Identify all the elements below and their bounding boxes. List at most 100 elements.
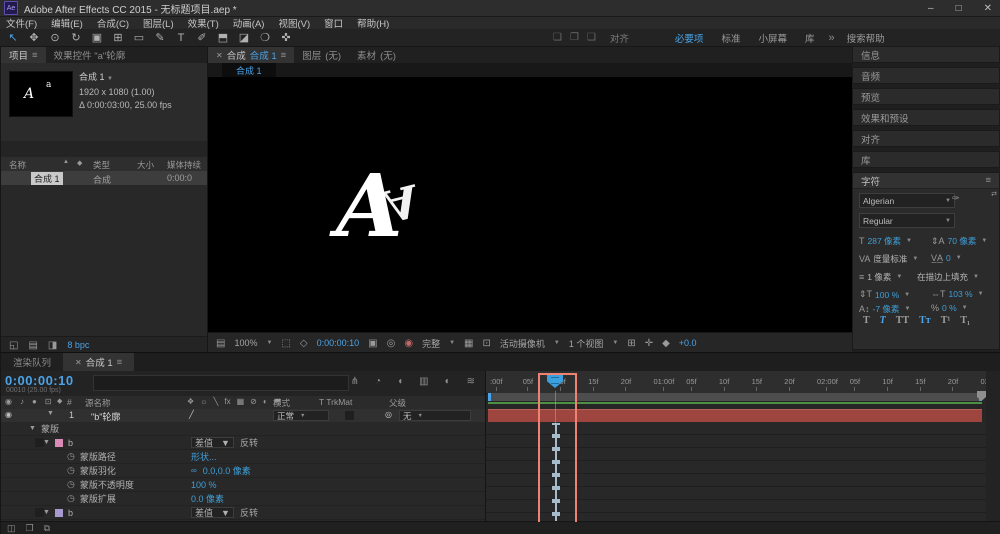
item-name[interactable]: 合成 1 — [31, 172, 63, 185]
close-button[interactable]: ✕ — [984, 3, 992, 14]
column-size[interactable]: 大小 — [137, 159, 154, 171]
mask-invert-checkbox[interactable]: 反转 — [240, 436, 258, 449]
stroke-width-field[interactable]: ≡ 1 像素 ▼ — [859, 271, 902, 283]
hand-tool[interactable]: ✥ — [27, 31, 41, 44]
region-of-interest-icon[interactable]: ▦ — [464, 338, 473, 349]
shy-switch-icon[interactable]: ❖ — [187, 397, 194, 406]
workspace-tab[interactable]: 小屏幕 — [758, 31, 787, 45]
magnification-dropdown-icon[interactable]: ▼ — [266, 340, 272, 346]
workspace-overflow-icon[interactable]: » — [828, 32, 834, 44]
panel-menu-icon[interactable]: ≡ — [985, 175, 991, 186]
faux-style-button[interactable]: T₁ — [960, 315, 970, 326]
mask-color-swatch[interactable] — [54, 508, 63, 517]
panel-menu-icon[interactable]: ≡ — [117, 357, 123, 368]
mask-mode-select[interactable]: 差值 ▼ — [191, 437, 234, 448]
mask-color-swatch[interactable] — [54, 438, 63, 447]
project-search-field[interactable] — [1, 141, 207, 158]
collapsed-panel-tab[interactable]: 音频 — [852, 67, 1000, 84]
tab-timeline-comp[interactable]: ✕ 合成 1 ≡ — [63, 353, 135, 371]
menu-item[interactable]: 视图(V) — [278, 16, 310, 30]
faux-style-button[interactable]: T — [863, 315, 870, 326]
puppet-pin-tool[interactable]: ✜ — [279, 31, 293, 44]
resolution-value[interactable]: 完整 — [422, 337, 440, 350]
new-composition-icon[interactable]: ◨ — [48, 340, 57, 351]
pan-behind-tool[interactable]: ⊞ — [111, 31, 125, 44]
local-axis-mode-icon[interactable]: ❏ — [553, 32, 562, 43]
expand-transfer-controls-icon[interactable]: ❐ — [26, 523, 34, 534]
help-search-label[interactable]: 搜索帮助 — [847, 31, 885, 45]
video-column-icon[interactable]: ◉ — [5, 397, 12, 406]
parent-pickwhip-icon[interactable]: ◎ — [385, 410, 392, 419]
interpret-footage-icon[interactable]: ◱ — [9, 340, 18, 351]
tab-render-queue[interactable]: 渲染队列 — [1, 353, 64, 371]
pen-tool[interactable]: ✎ — [153, 31, 167, 44]
lock-column-icon[interactable]: ⊡ — [45, 397, 52, 406]
timeline-property-row[interactable]: ▼ b 差值 ▼ 反转 — [1, 436, 485, 450]
expander-icon[interactable]: ▼ — [43, 509, 50, 516]
rotate-tool[interactable]: ↻ — [69, 31, 83, 44]
collapsed-panel-tab[interactable]: 信息 — [852, 46, 1000, 63]
brush-tool[interactable]: ✐ — [195, 31, 209, 44]
comp-name[interactable]: 合成 1 — [79, 72, 105, 82]
draft-3d-icon[interactable]: ◔ — [375, 376, 381, 387]
menu-item[interactable]: 合成(C) — [97, 16, 129, 30]
timeline-property-row[interactable]: ◷ 蒙版不透明度 ▼ 100 % — [1, 478, 485, 492]
property-value[interactable]: 形状... — [191, 450, 217, 463]
collapse-switch-icon[interactable]: ☼ — [200, 397, 207, 406]
blend-mode-select[interactable]: 正常 ▼ — [273, 410, 329, 421]
reset-exposure-icon[interactable]: ◆ — [662, 338, 670, 349]
panel-menu-icon[interactable]: ≡ — [32, 50, 38, 61]
faux-style-button[interactable]: T¹ — [941, 315, 951, 326]
mask-toggle-cell[interactable] — [35, 438, 44, 447]
eraser-tool[interactable]: ◪ — [237, 31, 251, 44]
stopwatch-icon[interactable]: ◷ — [67, 493, 75, 504]
show-snapshot-icon[interactable]: ◎ — [387, 338, 396, 349]
selection-tool[interactable]: ↖ — [6, 31, 20, 44]
faux-style-button[interactable]: T — [880, 315, 886, 326]
kerning-field[interactable]: VA 度量标准 ▼ — [859, 253, 918, 265]
column-mode[interactable]: 模式 — [273, 397, 290, 409]
workspace-tab[interactable]: 必要项 — [675, 31, 704, 45]
faux-style-button[interactable]: TT — [896, 315, 909, 326]
collapsed-panel-tab[interactable]: 预览 — [852, 88, 1000, 105]
collapsed-panel-tab[interactable]: 库 — [852, 151, 1000, 168]
adjustment-switch-icon[interactable]: ◐ — [263, 397, 268, 406]
solo-column-icon[interactable]: ● — [32, 397, 37, 406]
menu-item[interactable]: 编辑(E) — [51, 16, 83, 30]
quality-switch-icon[interactable]: ╲ — [214, 397, 219, 406]
number-column[interactable]: # — [67, 397, 72, 407]
合成 1[interactable]: 合成 1 合成 0:00:0 — [1, 171, 207, 185]
timeline-property-row[interactable]: ◷ 蒙版羽化 ▼ ∞ 0.0,0.0 像素 — [1, 464, 485, 478]
property-value[interactable]: 100 % — [191, 480, 217, 490]
column-type[interactable]: 类型 — [93, 159, 110, 171]
current-time-nav-icon[interactable]: ✛ — [645, 338, 653, 349]
timeline-property-row[interactable]: ▼ b 差值 ▼ 反转 — [1, 506, 485, 520]
workspace-tab[interactable]: 库 — [805, 31, 815, 45]
vertical-scale-field[interactable]: ⇕T 100 % ▼ — [859, 289, 910, 300]
roi-icon[interactable]: ⬚ — [281, 338, 290, 349]
tab-effect-controls[interactable]: 效果控件 "a"轮廓 — [45, 47, 134, 63]
baseline-shift-field[interactable]: A↕ -7 像素 ▼ — [859, 303, 910, 315]
faux-style-button[interactable]: Tᴛ — [919, 315, 931, 326]
view-layout-value[interactable]: 1 个视图 — [569, 337, 604, 350]
timeline-search-field[interactable] — [93, 375, 349, 391]
column-name[interactable]: 名称 — [9, 159, 26, 171]
comp-thumbnail[interactable]: A a — [9, 71, 73, 117]
menu-item[interactable]: 效果(T) — [188, 16, 219, 30]
snapshot-icon[interactable]: ▣ — [368, 338, 377, 349]
motion-blur-switch-icon[interactable]: ⊘ — [250, 397, 257, 406]
layer-row[interactable]: ◉ ▼ 1 "b"轮廓 ╱ 正常 ▼ ◎ 无 ▼ — [1, 409, 485, 423]
stopwatch-icon[interactable]: ◷ — [67, 479, 75, 490]
timeline-property-row[interactable]: ◷ 蒙版扩展 ▼ 0.0 像素 — [1, 492, 485, 506]
tab-footage-viewer[interactable]: 素材 (无) — [349, 47, 404, 63]
close-icon[interactable]: ✕ — [75, 358, 82, 367]
proportional-spacing-field[interactable]: % 0 % ▼ — [931, 303, 968, 313]
frame-blending-icon[interactable]: ▥ — [419, 376, 428, 387]
stroke-mode-select[interactable]: 在描边上填充 ▼ — [917, 271, 979, 283]
swap-fill-stroke-icon[interactable]: ⇄ — [991, 190, 997, 198]
menu-item[interactable]: 文件(F) — [6, 16, 37, 30]
menu-item[interactable]: 窗口 — [324, 16, 343, 30]
camera-dropdown-icon[interactable]: ▼ — [554, 340, 560, 346]
font-style-select[interactable]: Regular ▼ — [859, 213, 955, 228]
menu-item[interactable]: 动画(A) — [233, 16, 265, 30]
